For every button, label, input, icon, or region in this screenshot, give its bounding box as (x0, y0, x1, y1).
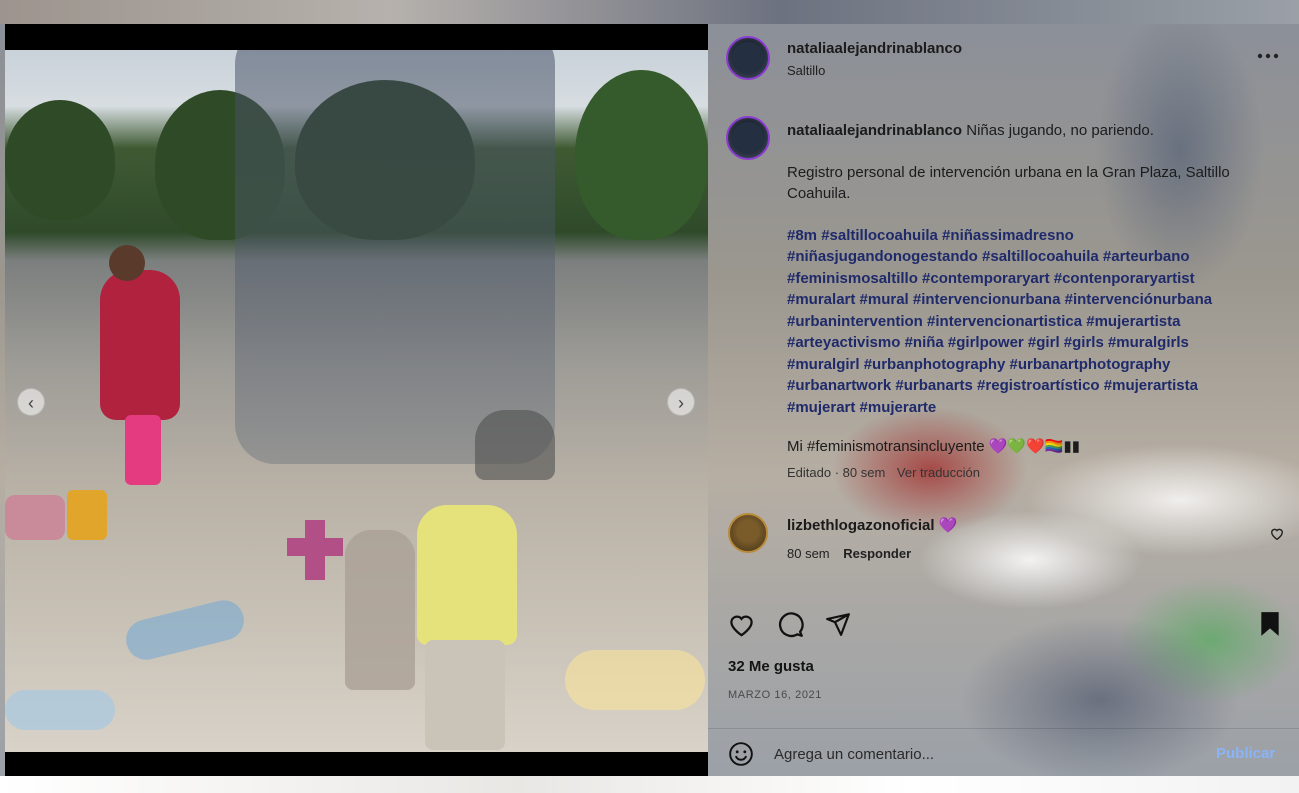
comment-icon (778, 611, 804, 637)
save-button[interactable] (1256, 609, 1284, 639)
caption-author-avatar[interactable] (726, 116, 770, 160)
photo-bag (5, 495, 65, 540)
caption-edited: Editado · 80 sem (787, 464, 886, 480)
chalk-drawing (121, 596, 249, 664)
chevron-left-icon: ‹ (28, 393, 34, 413)
chalk-drawing (5, 690, 115, 730)
heart-icon (729, 615, 753, 637)
post-location[interactable]: Saltillo (787, 63, 962, 78)
photo-tree (5, 100, 115, 220)
publish-button[interactable]: Publicar (1216, 745, 1275, 762)
reply-button[interactable]: Responder (843, 546, 911, 561)
post-photo (5, 50, 708, 752)
translate-link[interactable]: Ver traducción (897, 465, 980, 480)
post-details-panel: nataliaalejandrinablanco Saltillo natali… (708, 0, 1299, 793)
caption-hashtags[interactable]: #8m #saltillocoahuila #niñassimadresno #… (787, 225, 1257, 419)
like-button[interactable] (726, 609, 756, 639)
caption-body: Registro personal de intervención urbana… (787, 163, 1230, 203)
send-icon (826, 613, 850, 636)
post-header: nataliaalejandrinablanco Saltillo (787, 40, 962, 78)
photo-girl-legs (125, 415, 161, 485)
photo-man (345, 530, 415, 690)
comment-button[interactable] (775, 609, 805, 639)
author-username[interactable]: nataliaalejandrinablanco (787, 40, 962, 57)
chevron-right-icon: › (678, 393, 684, 413)
photo-tree (575, 70, 708, 240)
overlay-leg (235, 50, 555, 464)
caption-title: Niñas jugando, no pariendo. (966, 122, 1154, 139)
comment-time: 80 sem (787, 546, 830, 561)
post-media: ‹ › (5, 24, 708, 776)
comment-text: 💜 (938, 517, 958, 534)
smiley-icon (729, 742, 753, 766)
photo-girl-jacket (100, 270, 180, 420)
author-avatar[interactable] (726, 36, 770, 80)
photo-toy (67, 490, 107, 540)
comment-composer: Publicar (708, 728, 1299, 776)
comment-input[interactable] (774, 743, 1194, 765)
bookmark-icon (1261, 612, 1279, 636)
post-caption: nataliaalejandrinablanco Niñas jugando, … (787, 120, 1257, 483)
overlay-sneaker (475, 410, 555, 480)
prev-photo-button[interactable]: ‹ (17, 388, 45, 416)
photo-worker-legs (425, 640, 505, 750)
more-options-button[interactable] (1254, 46, 1282, 66)
ellipsis-icon (1257, 53, 1279, 59)
chalk-cross (287, 538, 343, 556)
likes-count[interactable]: 32 Me gusta (728, 658, 814, 675)
chalk-drawing (565, 650, 705, 710)
comment-item: lizbethlogazonoficial 💜 80 sem Responder (787, 516, 957, 561)
commenter-username[interactable]: lizbethlogazonoficial (787, 517, 935, 534)
heart-icon (1271, 528, 1283, 540)
emoji-button[interactable] (726, 739, 756, 769)
photo-girl-head (109, 245, 145, 281)
post-date: MARZO 16, 2021 (728, 689, 822, 701)
share-button[interactable] (823, 609, 853, 639)
photo-worker (417, 505, 517, 645)
comment-like-button[interactable] (1268, 524, 1286, 542)
next-photo-button[interactable]: › (667, 388, 695, 416)
commenter-avatar[interactable] (728, 513, 768, 553)
caption-author[interactable]: nataliaalejandrinablanco (787, 122, 962, 139)
caption-closing: Mi #feminismotransincluyente 💜💚❤️🏳️‍🌈▮▮ (787, 438, 1080, 455)
